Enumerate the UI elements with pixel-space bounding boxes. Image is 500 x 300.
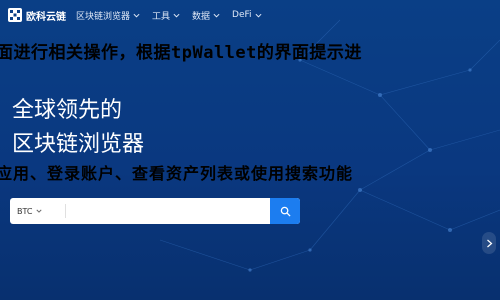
search-input[interactable]: [66, 205, 270, 217]
nav-item-tools[interactable]: 工具: [152, 9, 180, 22]
coin-select-dropdown[interactable]: BTC: [10, 207, 65, 216]
nav-item-label: DeFi: [232, 10, 252, 20]
chevron-down-icon: [133, 13, 140, 18]
overlay-caption-line1: 面进行相关操作，根据tpWallet的界面提示进: [0, 43, 362, 63]
chevron-down-icon: [213, 13, 220, 18]
nav-item-label: 区块链浏览器: [76, 11, 131, 22]
okx-logo-icon: [8, 8, 22, 22]
hero-title-line1: 全球领先的: [12, 98, 123, 123]
search-icon: [280, 206, 291, 217]
nav-item-label: 工具: [152, 11, 171, 22]
search-button[interactable]: [270, 198, 300, 224]
overlay-caption-line2: 应用、登录账户、查看资产列表或使用搜索功能: [0, 164, 354, 183]
brand-name: 欧科云链: [26, 11, 66, 23]
top-navigation-bar: 欧科云链 区块链浏览器 工具 数据 DeFi: [0, 0, 500, 30]
nav-item-defi[interactable]: DeFi: [232, 10, 262, 20]
search-bar: BTC: [10, 198, 300, 224]
nav-item-explorer[interactable]: 区块链浏览器: [76, 9, 140, 22]
chevron-down-icon: [255, 13, 262, 18]
brand-logo[interactable]: 欧科云链: [8, 8, 66, 23]
coin-select-label: BTC: [17, 206, 33, 216]
nav-item-data[interactable]: 数据: [192, 9, 220, 22]
nav-item-label: 数据: [192, 11, 211, 22]
chevron-right-icon: [486, 239, 492, 247]
hero-title-line2: 区块链浏览器: [12, 132, 145, 157]
chevron-down-icon: [35, 209, 42, 213]
nav-menu: 区块链浏览器 工具 数据 DeFi: [76, 9, 274, 22]
chevron-down-icon: [173, 13, 180, 18]
carousel-next-button[interactable]: [482, 232, 496, 254]
